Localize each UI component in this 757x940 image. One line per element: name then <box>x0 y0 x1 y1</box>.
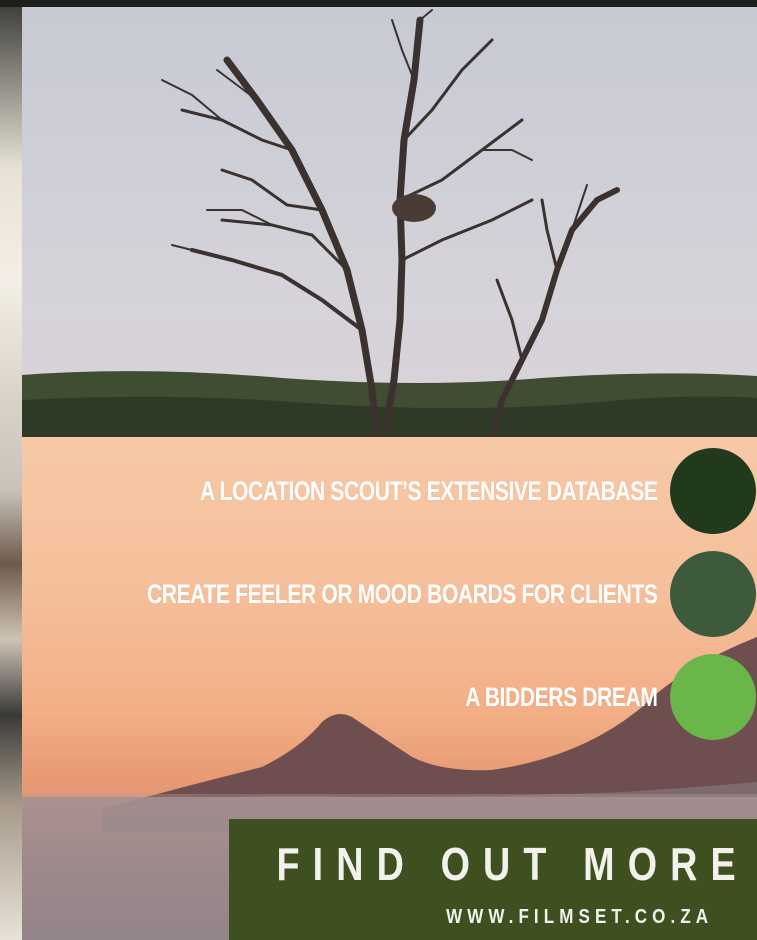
bare-tree-photo <box>22 0 757 437</box>
feature-bullet-1: A LOCATION SCOUT’S EXTENSIVE DATABASE <box>71 448 757 534</box>
cta-title[interactable]: FIND OUT MORE <box>277 837 736 891</box>
find-out-more-banner[interactable]: FIND OUT MORE WWW.FILMSET.CO.ZA <box>229 819 757 940</box>
mid-green-dot-icon <box>670 551 756 637</box>
advert-poster: A LOCATION SCOUT’S EXTENSIVE DATABASE CR… <box>0 0 757 940</box>
feature-text-mood-boards: CREATE FEELER OR MOOD BOARDS FOR CLIENTS <box>147 578 658 609</box>
dark-green-dot-icon <box>670 448 756 534</box>
feature-bullet-3: A BIDDERS DREAM <box>411 654 757 740</box>
feature-bullet-2: CREATE FEELER OR MOOD BOARDS FOR CLIENTS <box>3 551 757 637</box>
feature-text-database: A LOCATION SCOUT’S EXTENSIVE DATABASE <box>200 475 658 506</box>
tree-illustration <box>22 9 757 437</box>
website-url-link[interactable]: WWW.FILMSET.CO.ZA <box>446 906 713 929</box>
interior-photo-strip <box>0 0 22 940</box>
feature-text-bidders: A BIDDERS DREAM <box>465 681 659 712</box>
light-green-dot-icon <box>670 654 756 740</box>
bird-nest <box>392 194 436 222</box>
top-border <box>0 0 757 7</box>
